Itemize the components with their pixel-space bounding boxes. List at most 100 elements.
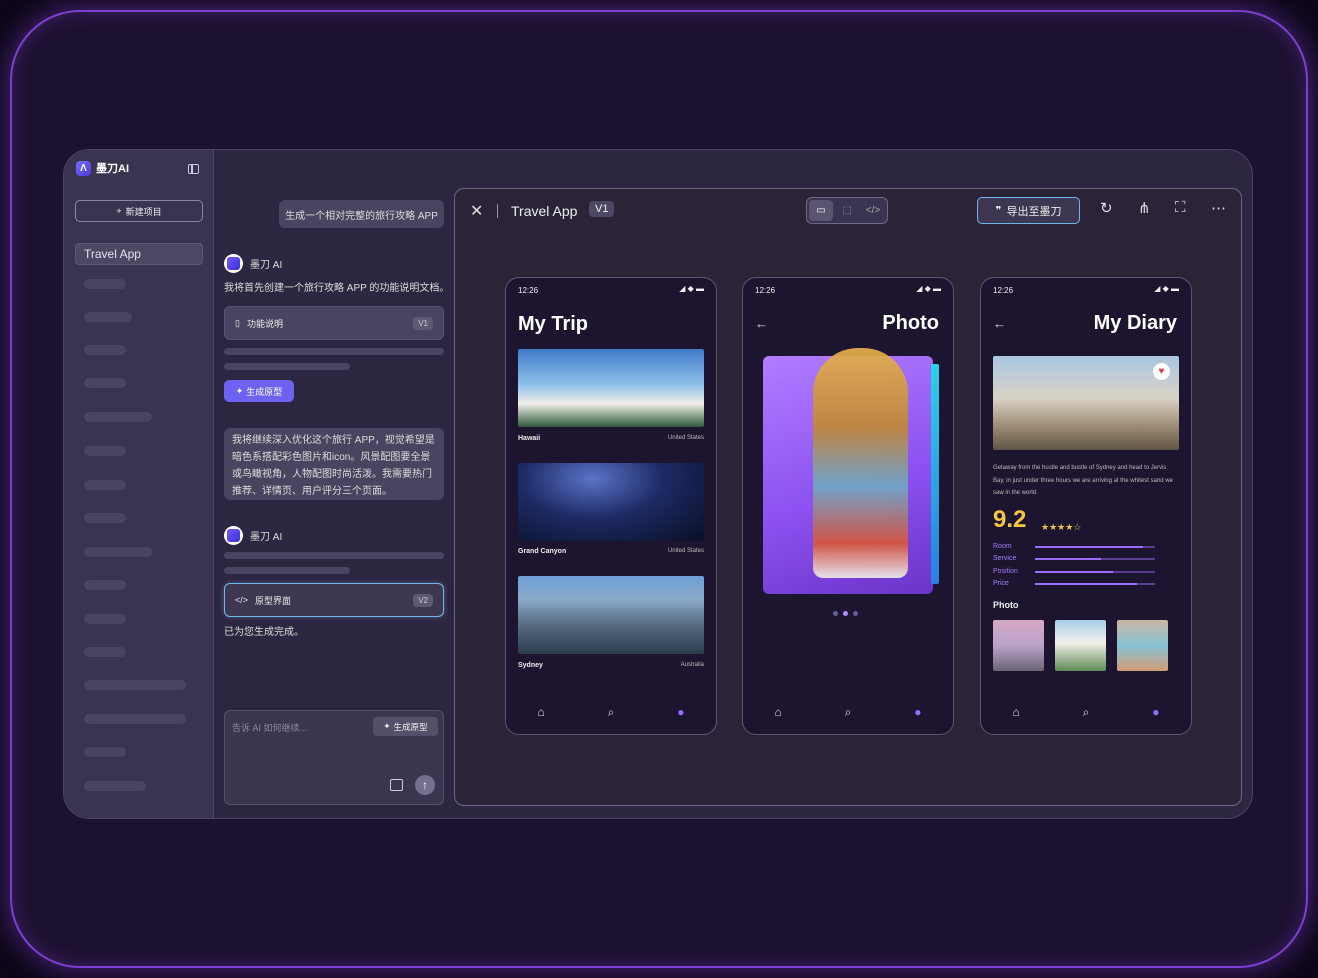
preview-version-badge[interactable]: V1	[589, 201, 615, 217]
sidebar-toggle-icon[interactable]	[188, 164, 199, 174]
brand-logo[interactable]: Λ 墨刀AI	[76, 160, 129, 176]
view-mode-toggle: ▭ ⬚ </>	[806, 197, 888, 224]
loading-placeholder	[224, 348, 444, 355]
profile-icon[interactable]: ●	[914, 705, 921, 720]
search-icon[interactable]: ⌕	[1083, 705, 1090, 720]
bottom-nav: ⌂ ⌕ ●	[981, 705, 1191, 720]
prototype-card[interactable]: </> 原型界面 V2	[224, 583, 444, 617]
export-icon: ❞	[995, 205, 1002, 217]
rating-stars: ★★★★☆	[1041, 522, 1082, 532]
profile-icon[interactable]: ●	[1152, 705, 1159, 720]
sidebar-placeholder	[84, 547, 152, 557]
carousel-dots	[833, 611, 858, 616]
ai-name: 墨刀 AI	[250, 532, 283, 543]
sidebar-placeholder	[84, 480, 126, 490]
home-icon[interactable]: ⌂	[774, 705, 781, 720]
sidebar-placeholder	[84, 580, 126, 590]
close-icon[interactable]: ✕	[470, 201, 483, 221]
loading-placeholder	[224, 552, 444, 559]
new-project-button[interactable]: + 新建项目	[75, 200, 203, 222]
sidebar-placeholder	[84, 279, 126, 289]
trip-title: My Trip	[518, 313, 589, 335]
document-icon: ▯	[235, 317, 240, 328]
share-icon[interactable]: ⋔	[1138, 199, 1151, 217]
sidebar-placeholder	[84, 747, 126, 757]
more-icon[interactable]: ⋯	[1211, 199, 1226, 217]
sidebar-placeholder	[84, 614, 126, 624]
destination-image-sydney[interactable]	[518, 576, 704, 654]
photo-thumb[interactable]	[1117, 620, 1168, 671]
loading-placeholder	[224, 363, 350, 370]
home-icon[interactable]: ⌂	[1012, 705, 1019, 720]
doc-title: 功能说明	[246, 318, 283, 329]
chat-input-box[interactable]: 告诉 AI 如何继续... ✦ 生成原型 ↑	[224, 710, 444, 805]
sidebar-placeholder	[84, 513, 126, 523]
photo-thumb[interactable]	[1055, 620, 1106, 671]
bottom-nav: ⌂ ⌕ ●	[506, 705, 716, 720]
rating-label: Room	[993, 543, 1012, 550]
destination-image-grand-canyon[interactable]	[518, 463, 704, 541]
phone-photo: 12:26 ◢ ◆ ▬ ← Photo ⌂ ⌕ ●	[742, 277, 954, 735]
image-upload-icon[interactable]	[390, 779, 403, 791]
ai-name: 墨刀 AI	[250, 260, 283, 271]
rating-bar-fill	[1035, 571, 1113, 573]
logo-icon: Λ	[76, 160, 91, 176]
preview-mode-icon[interactable]: ▭	[809, 200, 833, 221]
generate-label: 生成原型	[246, 386, 283, 397]
export-button[interactable]: ❞ 导出至墨刀	[977, 197, 1080, 224]
destination-name: Hawaii	[518, 435, 541, 442]
photo-thumb[interactable]	[993, 620, 1044, 671]
toolbar-divider	[497, 204, 498, 218]
preview-toolbar: ✕ Travel App V1 ▭ ⬚ </> ❞ 导出至墨刀 ↻ ⋔ ⛶ ⋯	[455, 189, 1241, 235]
sidebar-placeholder	[84, 781, 146, 791]
sidebar-item-travel-app[interactable]: Travel App	[75, 243, 203, 265]
code-mode-icon[interactable]: </>	[861, 200, 885, 221]
traveler-figure	[813, 348, 908, 578]
send-button[interactable]: ↑	[415, 775, 435, 795]
status-icons: ◢ ◆ ▬	[1154, 284, 1179, 293]
sidebar-placeholder	[84, 446, 126, 456]
back-arrow-icon[interactable]: ←	[993, 316, 1006, 331]
chat-input-placeholder: 告诉 AI 如何继续...	[232, 723, 308, 733]
status-icons: ◢ ◆ ▬	[916, 284, 941, 293]
back-arrow-icon[interactable]: ←	[755, 316, 768, 331]
sidebar-placeholder	[84, 647, 126, 657]
rating-bar-fill	[1035, 558, 1101, 560]
generate-prototype-button[interactable]: ✦ 生成原型	[224, 380, 294, 402]
sparkle-icon: ✦	[383, 721, 391, 731]
rating-bar-fill	[1035, 583, 1137, 585]
destination-country: United States	[667, 435, 704, 441]
search-icon[interactable]: ⌕	[845, 705, 852, 720]
sparkle-icon: ✦	[235, 385, 244, 396]
loading-placeholder	[224, 567, 350, 574]
refresh-icon[interactable]: ↻	[1100, 199, 1113, 217]
status-time: 12:26	[755, 286, 776, 295]
fullscreen-icon[interactable]: ⛶	[1175, 199, 1186, 216]
ai-avatar	[224, 254, 243, 273]
diary-hero-image[interactable]	[993, 356, 1179, 450]
chat-panel: 生成一个相对完整的旅行攻略 APP 墨刀 AI 我将首先创建一个旅行攻略 APP…	[214, 150, 454, 818]
destination-image-hawaii[interactable]	[518, 349, 704, 427]
search-icon[interactable]: ⌕	[608, 705, 615, 720]
doc-card-feature-spec[interactable]: ▯ 功能说明 V1	[224, 306, 444, 340]
plus-icon: +	[116, 206, 122, 216]
user-message: 生成一个相对完整的旅行攻略 APP	[279, 200, 444, 228]
rating-bar-fill	[1035, 546, 1143, 548]
status-icons: ◢ ◆ ▬	[679, 284, 704, 293]
select-mode-icon[interactable]: ⬚	[835, 200, 859, 221]
home-icon[interactable]: ⌂	[537, 705, 544, 720]
user-followup-message: 我将继续深入优化这个旅行 APP，视觉希望是暗色系搭配彩色图片和icon。风景配…	[224, 428, 444, 500]
sidebar-placeholder	[84, 345, 126, 355]
bottom-nav: ⌂ ⌕ ●	[743, 705, 953, 720]
input-generate-button[interactable]: ✦ 生成原型	[373, 717, 438, 736]
prototype-title: 原型界面	[255, 595, 292, 606]
sidebar-placeholder	[84, 680, 186, 690]
heart-icon[interactable]: ♥	[1153, 363, 1170, 380]
profile-icon[interactable]: ●	[677, 705, 684, 720]
sidebar-placeholder	[84, 312, 132, 322]
new-project-label: 新建项目	[125, 206, 162, 217]
rating-bar	[1035, 583, 1155, 585]
sidebar-placeholder	[84, 378, 126, 388]
rating-label: Service	[993, 555, 1017, 562]
preview-panel: ✕ Travel App V1 ▭ ⬚ </> ❞ 导出至墨刀 ↻ ⋔ ⛶ ⋯ …	[454, 188, 1242, 806]
